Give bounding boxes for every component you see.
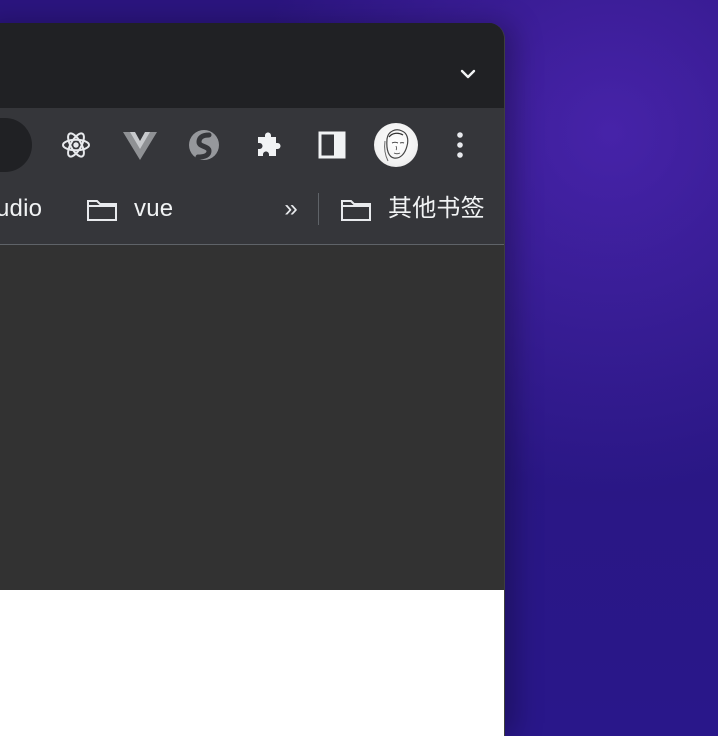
bookmark-folder-udio[interactable]: udio	[0, 194, 42, 224]
extensions-button[interactable]	[246, 123, 290, 167]
profile-portrait-icon	[384, 129, 409, 162]
chevron-down-icon	[460, 69, 476, 79]
other-bookmarks-label: 其他书签	[388, 195, 485, 222]
avatar	[374, 123, 418, 167]
side-panel-icon	[318, 131, 346, 159]
tab-strip	[0, 23, 504, 108]
other-bookmarks-folder[interactable]: 其他书签	[340, 194, 485, 224]
vue-extension-button[interactable]	[118, 123, 162, 167]
chevron-double-right-icon: »	[284, 195, 298, 222]
browser-menu-button[interactable]	[438, 123, 482, 167]
bookmarks-bar: udio vue » 其他书签	[0, 181, 504, 245]
bookmark-folder-vue[interactable]: vue	[86, 194, 173, 224]
profile-button[interactable]	[374, 123, 418, 167]
tab-search-button[interactable]	[452, 61, 484, 87]
folder-icon	[87, 200, 117, 221]
side-panel-button[interactable]	[310, 123, 354, 167]
bookmarks-overflow-button[interactable]: »	[280, 195, 302, 223]
s-logo-icon	[189, 130, 219, 160]
more-vert-icon	[457, 132, 463, 158]
react-extension-button[interactable]	[54, 123, 98, 167]
bookmark-folder-udio-label: udio	[0, 195, 43, 222]
folder-icon	[341, 200, 371, 221]
omnibox-end[interactable]	[0, 118, 32, 172]
page-content-white-area	[0, 590, 504, 736]
bookmarks-divider	[318, 193, 319, 225]
s-logo-extension-button[interactable]	[182, 123, 226, 167]
vue-icon	[123, 132, 157, 160]
puzzle-piece-icon	[258, 132, 281, 156]
page-content-dark-area	[0, 245, 504, 590]
react-icon	[62, 132, 90, 158]
browser-toolbar	[0, 108, 504, 181]
bookmark-folder-vue-label: vue	[134, 195, 174, 222]
browser-window: udio vue » 其他书签	[0, 23, 505, 736]
